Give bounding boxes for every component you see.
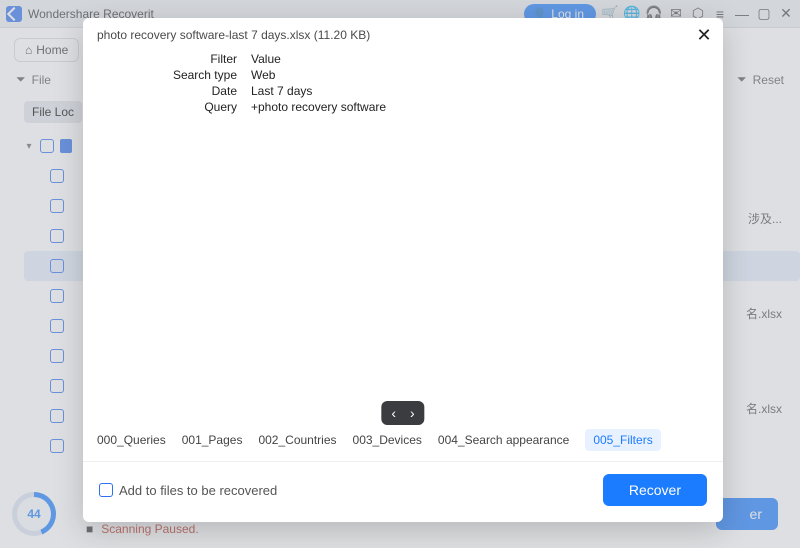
chevron-left-icon[interactable]: ‹ <box>391 405 396 421</box>
sheet-nav: ‹ › <box>381 401 424 425</box>
modal-footer: Add to files to be recovered Recover <box>83 461 723 522</box>
file-preview-modal: ✕ photo recovery software-last 7 days.xl… <box>83 18 723 522</box>
close-icon[interactable]: ✕ <box>695 26 713 44</box>
sheet-tab[interactable]: 001_Pages <box>182 433 243 447</box>
preview-col-filter: Filter <box>163 52 237 66</box>
preview-body: Filter Value Search type Web Date Last 7… <box>83 48 723 419</box>
preview-key: Date <box>163 84 237 98</box>
sheet-tab[interactable]: 004_Search appearance <box>438 433 569 447</box>
preview-col-value: Value <box>251 52 281 66</box>
preview-key: Query <box>163 100 237 114</box>
chevron-right-icon[interactable]: › <box>410 405 415 421</box>
preview-header-row: Filter Value <box>163 52 723 66</box>
preview-key: Search type <box>163 68 237 82</box>
recover-button[interactable]: Recover <box>603 474 707 506</box>
preview-val: Web <box>251 68 275 82</box>
sheet-tab[interactable]: 000_Queries <box>97 433 166 447</box>
sheet-tabs: ‹ › 000_Queries 001_Pages 002_Countries … <box>83 419 723 461</box>
sheet-tab[interactable]: 003_Devices <box>353 433 422 447</box>
preview-filename: photo recovery software-last 7 days.xlsx… <box>83 18 723 48</box>
add-to-recover-row[interactable]: Add to files to be recovered <box>99 483 277 498</box>
preview-row: Search type Web <box>163 68 723 82</box>
preview-row: Query +photo recovery software <box>163 100 723 114</box>
sheet-tab-active[interactable]: 005_Filters <box>585 429 660 451</box>
sheet-tab[interactable]: 002_Countries <box>258 433 336 447</box>
add-to-recover-label: Add to files to be recovered <box>119 483 277 498</box>
preview-val: +photo recovery software <box>251 100 386 114</box>
preview-row: Date Last 7 days <box>163 84 723 98</box>
checkbox[interactable] <box>99 483 113 497</box>
preview-val: Last 7 days <box>251 84 312 98</box>
